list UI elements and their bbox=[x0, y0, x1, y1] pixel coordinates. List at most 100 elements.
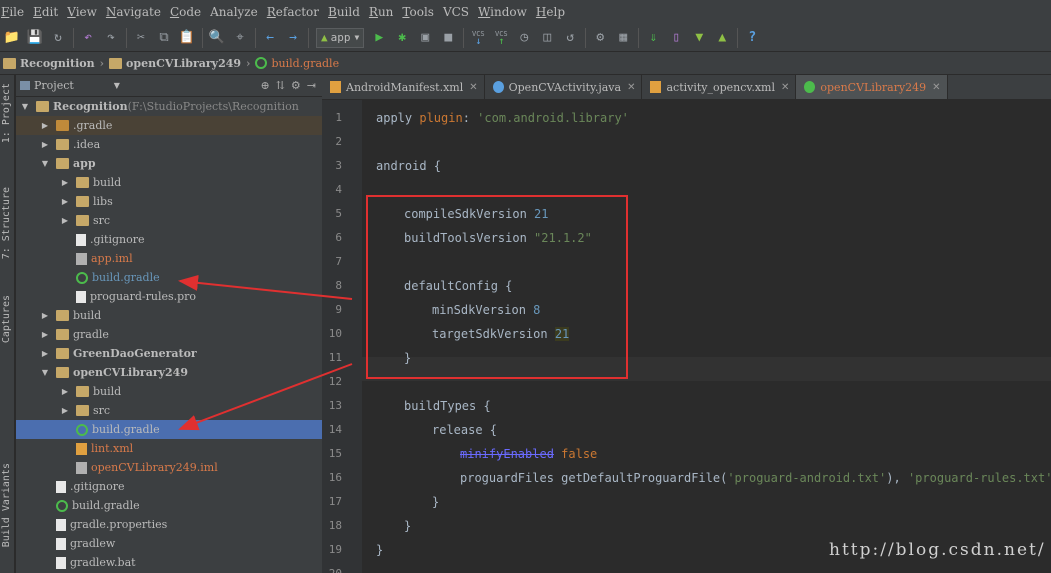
tree-item[interactable]: .gitignore bbox=[16, 477, 322, 496]
editor-tab[interactable]: OpenCVActivity.java ✕ bbox=[485, 75, 643, 99]
tree-item[interactable]: ▶ .gradle bbox=[16, 116, 322, 135]
menu-item[interactable]: Edit bbox=[32, 5, 63, 19]
run-config-select[interactable]: ▲ app ▼ bbox=[316, 27, 365, 48]
tab-captures[interactable]: Captures bbox=[1, 295, 12, 343]
menu-item[interactable]: Window bbox=[477, 5, 532, 19]
open-folder-icon[interactable]: 📁 bbox=[1, 27, 23, 49]
tree-item[interactable]: openCVLibrary249.iml bbox=[16, 458, 322, 477]
menu-item[interactable]: View bbox=[66, 5, 102, 19]
menu-item[interactable]: VCS bbox=[442, 5, 474, 19]
help-icon[interactable]: ? bbox=[741, 27, 763, 49]
avd-manager-icon[interactable]: ▯ bbox=[665, 27, 687, 49]
collapse-icon[interactable]: ⇅ bbox=[276, 79, 285, 92]
copy-icon[interactable]: ⧉ bbox=[153, 27, 175, 49]
tree-item[interactable]: ▶ build bbox=[16, 382, 322, 401]
tree-item[interactable]: gradlew.bat bbox=[16, 553, 322, 572]
tree-item[interactable]: ▶ .idea bbox=[16, 135, 322, 154]
android-monitor-icon[interactable]: ▲ bbox=[711, 27, 733, 49]
menu-item[interactable]: Refactor bbox=[266, 5, 324, 19]
tree-item[interactable]: gradlew bbox=[16, 534, 322, 553]
collapse-arrow-icon[interactable]: ▶ bbox=[60, 197, 70, 206]
editor-tab[interactable]: AndroidManifest.xml ✕ bbox=[322, 75, 485, 99]
close-icon[interactable]: ✕ bbox=[932, 82, 940, 93]
debug-icon[interactable]: ✱ bbox=[391, 27, 413, 49]
structure-icon[interactable]: ▦ bbox=[612, 27, 634, 49]
sdk-manager-icon[interactable]: ▼ bbox=[688, 27, 710, 49]
tree-item[interactable]: ▶ gradle bbox=[16, 325, 322, 344]
close-icon[interactable]: ✕ bbox=[627, 82, 635, 93]
hide-icon[interactable]: ⇥ bbox=[307, 79, 316, 92]
collapse-arrow-icon[interactable]: ▶ bbox=[60, 216, 70, 225]
tree-item[interactable]: ▶ src bbox=[16, 211, 322, 230]
tree-item[interactable]: ▼ openCVLibrary249 bbox=[16, 363, 322, 382]
tree-item[interactable]: ▶ src bbox=[16, 401, 322, 420]
save-icon[interactable]: 💾 bbox=[24, 27, 46, 49]
paste-icon[interactable]: 📋 bbox=[176, 27, 198, 49]
settings-icon[interactable]: ⚙ bbox=[589, 27, 611, 49]
menu-item[interactable]: Help bbox=[535, 5, 570, 19]
tree-item[interactable]: ▶ build bbox=[16, 306, 322, 325]
menu-item[interactable]: Run bbox=[368, 5, 399, 19]
stop-icon[interactable]: ■ bbox=[437, 27, 459, 49]
expand-arrow-icon[interactable]: ▼ bbox=[40, 159, 50, 168]
collapse-arrow-icon[interactable]: ▶ bbox=[40, 121, 50, 130]
sync-icon[interactable]: ↻ bbox=[47, 27, 69, 49]
editor-tab[interactable]: openCVLibrary249 ✕ bbox=[796, 75, 948, 99]
tree-item[interactable]: lint.xml bbox=[16, 439, 322, 458]
collapse-arrow-icon[interactable]: ▶ bbox=[40, 349, 50, 358]
tree-item[interactable]: ▶ build bbox=[16, 173, 322, 192]
editor-tab[interactable]: activity_opencv.xml ✕ bbox=[642, 75, 797, 99]
menu-item[interactable]: File bbox=[0, 5, 29, 19]
vcs-update-icon[interactable]: VCS ↓ bbox=[467, 27, 489, 49]
collapse-arrow-icon[interactable]: ▶ bbox=[40, 311, 50, 320]
tree-item[interactable]: gradle.properties bbox=[16, 515, 322, 534]
chevron-down-icon[interactable]: ▼ bbox=[114, 81, 120, 90]
revert-icon[interactable]: ↺ bbox=[559, 27, 581, 49]
tree-item[interactable]: proguard-rules.pro bbox=[16, 287, 322, 306]
redo-icon[interactable]: ↷ bbox=[100, 27, 122, 49]
menu-item[interactable]: Tools bbox=[401, 5, 439, 19]
menu-item[interactable]: Navigate bbox=[105, 5, 166, 19]
tree-item[interactable]: build.gradle bbox=[16, 420, 322, 439]
breadcrumb-item[interactable]: openCVLibrary249 bbox=[106, 57, 244, 70]
tab-build-variants[interactable]: Build Variants bbox=[1, 463, 12, 547]
gear-icon[interactable]: ⚙ bbox=[291, 79, 301, 92]
close-icon[interactable]: ✕ bbox=[781, 82, 789, 93]
menu-item[interactable]: Code bbox=[169, 5, 206, 19]
undo-icon[interactable]: ↶ bbox=[77, 27, 99, 49]
tree-item[interactable]: app.iml bbox=[16, 249, 322, 268]
tab-structure[interactable]: 7: Structure bbox=[1, 187, 12, 259]
menu-item[interactable]: Analyze bbox=[209, 5, 263, 19]
tree-item[interactable]: build.gradle bbox=[16, 268, 322, 287]
tree-item[interactable]: ▼ app bbox=[16, 154, 322, 173]
project-panel-title[interactable]: Project bbox=[34, 79, 74, 92]
menu-item[interactable]: Build bbox=[327, 5, 365, 19]
collapse-arrow-icon[interactable]: ▶ bbox=[60, 387, 70, 396]
breadcrumb-item[interactable]: build.gradle bbox=[252, 57, 342, 70]
tree-item[interactable]: ▶ GreenDaoGenerator bbox=[16, 344, 322, 363]
expand-arrow-icon[interactable]: ▼ bbox=[20, 102, 30, 111]
find-icon[interactable]: 🔍 bbox=[206, 27, 228, 49]
collapse-arrow-icon[interactable]: ▶ bbox=[40, 330, 50, 339]
vcs-compare-icon[interactable]: ◫ bbox=[536, 27, 558, 49]
breadcrumb-item[interactable]: Recognition bbox=[0, 57, 98, 70]
collapse-arrow-icon[interactable]: ▶ bbox=[60, 178, 70, 187]
run-icon[interactable]: ▶ bbox=[368, 27, 390, 49]
back-icon[interactable]: ← bbox=[259, 27, 281, 49]
replace-icon[interactable]: ⌖ bbox=[229, 27, 251, 49]
tab-project[interactable]: 1: Project bbox=[1, 83, 12, 143]
tree-item[interactable]: ▼ Recognition (F:\StudioProjects\Recognit… bbox=[16, 97, 322, 116]
tree-item[interactable]: ▶ libs bbox=[16, 192, 322, 211]
sync-gradle-icon[interactable]: ⇓ bbox=[642, 27, 664, 49]
cut-icon[interactable]: ✂ bbox=[130, 27, 152, 49]
vcs-history-icon[interactable]: ◷ bbox=[513, 27, 535, 49]
locate-icon[interactable]: ⊕ bbox=[260, 79, 269, 92]
forward-icon[interactable]: → bbox=[282, 27, 304, 49]
attach-icon[interactable]: ▣ bbox=[414, 27, 436, 49]
expand-arrow-icon[interactable]: ▼ bbox=[40, 368, 50, 377]
vcs-commit-icon[interactable]: VCS ↑ bbox=[490, 27, 512, 49]
tree-item[interactable]: .gitignore bbox=[16, 230, 322, 249]
tree-item[interactable]: build.gradle bbox=[16, 496, 322, 515]
collapse-arrow-icon[interactable]: ▶ bbox=[40, 140, 50, 149]
close-icon[interactable]: ✕ bbox=[469, 82, 477, 93]
